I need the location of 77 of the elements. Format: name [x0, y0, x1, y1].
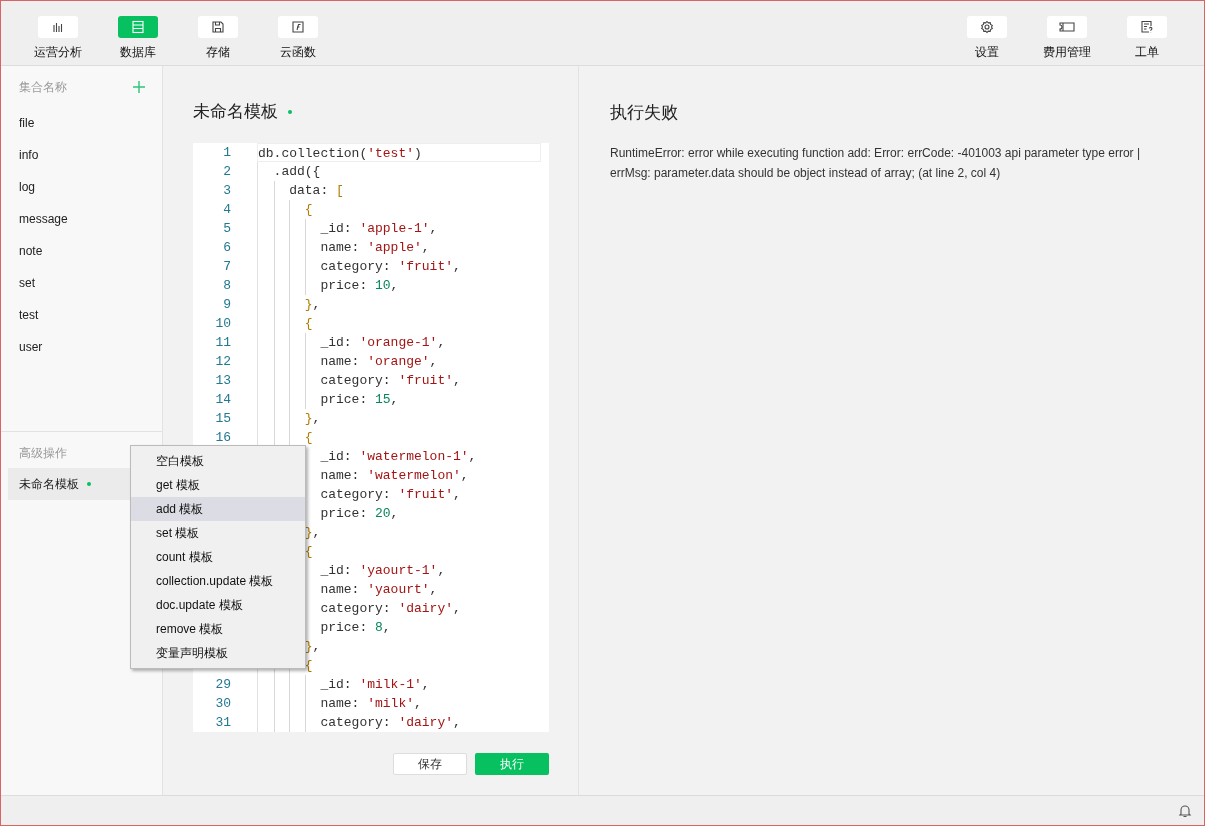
settings-icon — [980, 20, 994, 34]
collection-item[interactable]: test — [1, 299, 162, 331]
collection-item[interactable]: user — [1, 331, 162, 363]
table-icon — [131, 20, 145, 34]
function-icon — [291, 20, 305, 34]
code-line: category: 'fruit', — [258, 259, 461, 274]
line-number: 5 — [223, 221, 231, 236]
code-line: price: 10, — [258, 278, 399, 293]
nav-button[interactable] — [198, 16, 238, 38]
code-line: data: [ — [258, 183, 344, 198]
code-line: _id: 'apple-1', — [258, 221, 438, 236]
line-number: 9 — [223, 297, 231, 312]
menu-item[interactable]: 变量声明模板 — [131, 641, 305, 665]
nav-label: 费用管理 — [1043, 44, 1091, 61]
line-number: 14 — [215, 392, 231, 407]
nav-label: 运营分析 — [34, 44, 82, 61]
collection-item[interactable]: log — [1, 171, 162, 203]
bell-icon[interactable] — [1178, 803, 1192, 818]
line-number: 6 — [223, 240, 231, 255]
menu-item[interactable]: remove 模板 — [131, 617, 305, 641]
add-icon[interactable] — [132, 80, 146, 94]
code-line: price: 15, — [258, 392, 399, 407]
menu-item[interactable]: count 模板 — [131, 545, 305, 569]
code-line: category: 'fruit', — [258, 373, 461, 388]
line-number: 11 — [215, 335, 231, 350]
code-line: }, — [258, 411, 321, 426]
document-question-icon — [1140, 20, 1154, 34]
line-number: 8 — [223, 278, 231, 293]
result-title: 执行失败 — [610, 102, 679, 124]
error-message: RuntimeError: error while executing function add: Error: errCode: -401003 api parameter type error | errMsg: parameter.data should be object instead of array; (at line 2, col 4) — [610, 144, 1142, 182]
save-button[interactable]: 保存 — [393, 753, 467, 775]
line-number: 12 — [215, 354, 231, 369]
editor-title: 未命名模板 — [193, 100, 278, 123]
collection-item[interactable]: note — [1, 235, 162, 267]
line-number: 13 — [215, 373, 231, 388]
menu-item[interactable]: set 模板 — [131, 521, 305, 545]
code-line: name: 'apple', — [258, 240, 430, 255]
section-title: 集合名称 — [19, 79, 67, 96]
line-number: 7 — [223, 259, 231, 274]
nav-button[interactable] — [967, 16, 1007, 38]
line-number: 1 — [223, 145, 231, 160]
line-number: 15 — [215, 411, 231, 426]
code-line: name: 'milk', — [258, 696, 422, 711]
line-number: 3 — [223, 183, 231, 198]
code-line: { — [258, 202, 313, 217]
code-line: }, — [258, 297, 321, 312]
nav-label: 云函数 — [280, 44, 316, 61]
menu-item[interactable]: add 模板 — [131, 497, 305, 521]
collection-item[interactable]: set — [1, 267, 162, 299]
nav-label: 存储 — [206, 44, 230, 61]
menu-item[interactable]: 空白模板 — [131, 449, 305, 473]
code-line: category: 'dairy', — [258, 715, 461, 730]
collection-item[interactable]: message — [1, 203, 162, 235]
code-line: .add({ — [272, 164, 321, 179]
collection-item[interactable]: file — [1, 107, 162, 139]
nav-label: 设置 — [975, 44, 999, 61]
code-line: _id: 'milk-1', — [258, 677, 430, 692]
code-line: db.collection('test') — [258, 146, 422, 161]
menu-item[interactable]: get 模板 — [131, 473, 305, 497]
collection-item[interactable]: info — [1, 139, 162, 171]
code-line: _id: 'orange-1', — [258, 335, 446, 350]
floppy-disk-icon — [211, 20, 225, 34]
code-line: { — [258, 316, 313, 331]
code-line: name: 'orange', — [258, 354, 438, 369]
line-number: 30 — [215, 696, 231, 711]
menu-item[interactable]: doc.update 模板 — [131, 593, 305, 617]
line-number: 4 — [223, 202, 231, 217]
section-title: 高级操作 — [18, 445, 68, 462]
line-number: 16 — [215, 430, 231, 445]
bar-chart-icon — [51, 20, 65, 34]
ticket-icon — [1058, 20, 1076, 34]
nav-label: 数据库 — [120, 44, 156, 61]
line-number: 29 — [215, 677, 231, 692]
line-number: 31 — [215, 715, 231, 730]
nav-label: 工单 — [1135, 44, 1159, 61]
line-number: 2 — [223, 164, 231, 179]
line-number: 10 — [215, 316, 231, 331]
